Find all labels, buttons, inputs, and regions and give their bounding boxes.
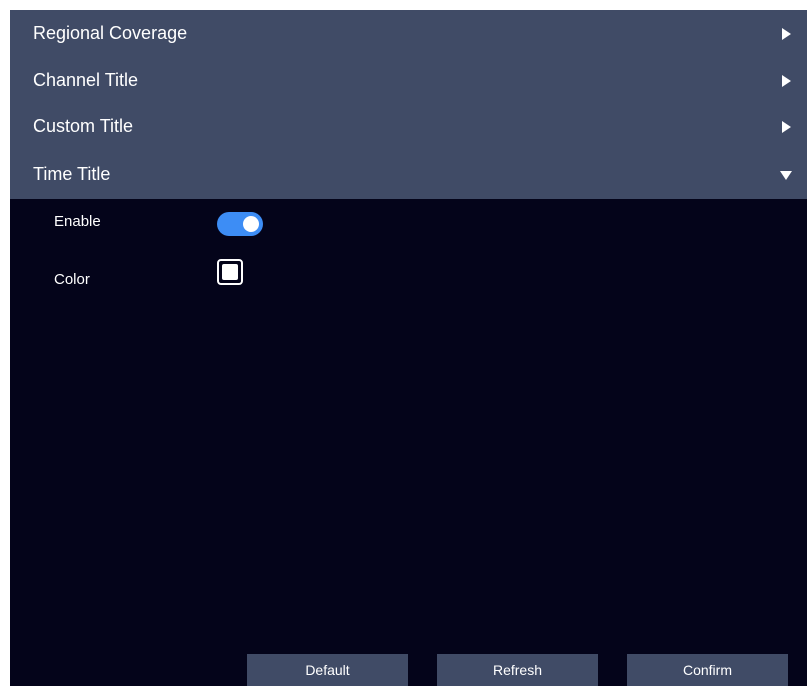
chevron-right-icon — [782, 28, 791, 40]
refresh-button[interactable]: Refresh — [437, 654, 598, 686]
section-channel-title[interactable]: Channel Title — [10, 57, 807, 104]
section-regional-coverage[interactable]: Regional Coverage — [10, 10, 807, 57]
section-custom-title[interactable]: Custom Title — [10, 103, 807, 150]
chevron-right-icon — [782, 75, 791, 87]
section-label: Regional Coverage — [33, 23, 188, 43]
confirm-button[interactable]: Confirm — [627, 654, 788, 686]
color-label: Color — [54, 271, 90, 288]
color-swatch-button[interactable] — [217, 259, 243, 285]
chevron-right-icon — [782, 121, 791, 133]
toggle-knob — [243, 216, 259, 232]
section-label: Time Title — [33, 164, 111, 184]
enable-label: Enable — [54, 213, 101, 230]
settings-panel: Regional Coverage Channel Title Custom T… — [10, 10, 807, 686]
section-label: Custom Title — [33, 116, 134, 136]
section-time-title[interactable]: Time Title — [10, 150, 807, 199]
color-swatch-fill — [222, 264, 238, 280]
section-label: Channel Title — [33, 70, 139, 90]
enable-toggle[interactable] — [217, 212, 263, 236]
chevron-down-icon — [780, 171, 792, 180]
default-button[interactable]: Default — [247, 654, 408, 686]
